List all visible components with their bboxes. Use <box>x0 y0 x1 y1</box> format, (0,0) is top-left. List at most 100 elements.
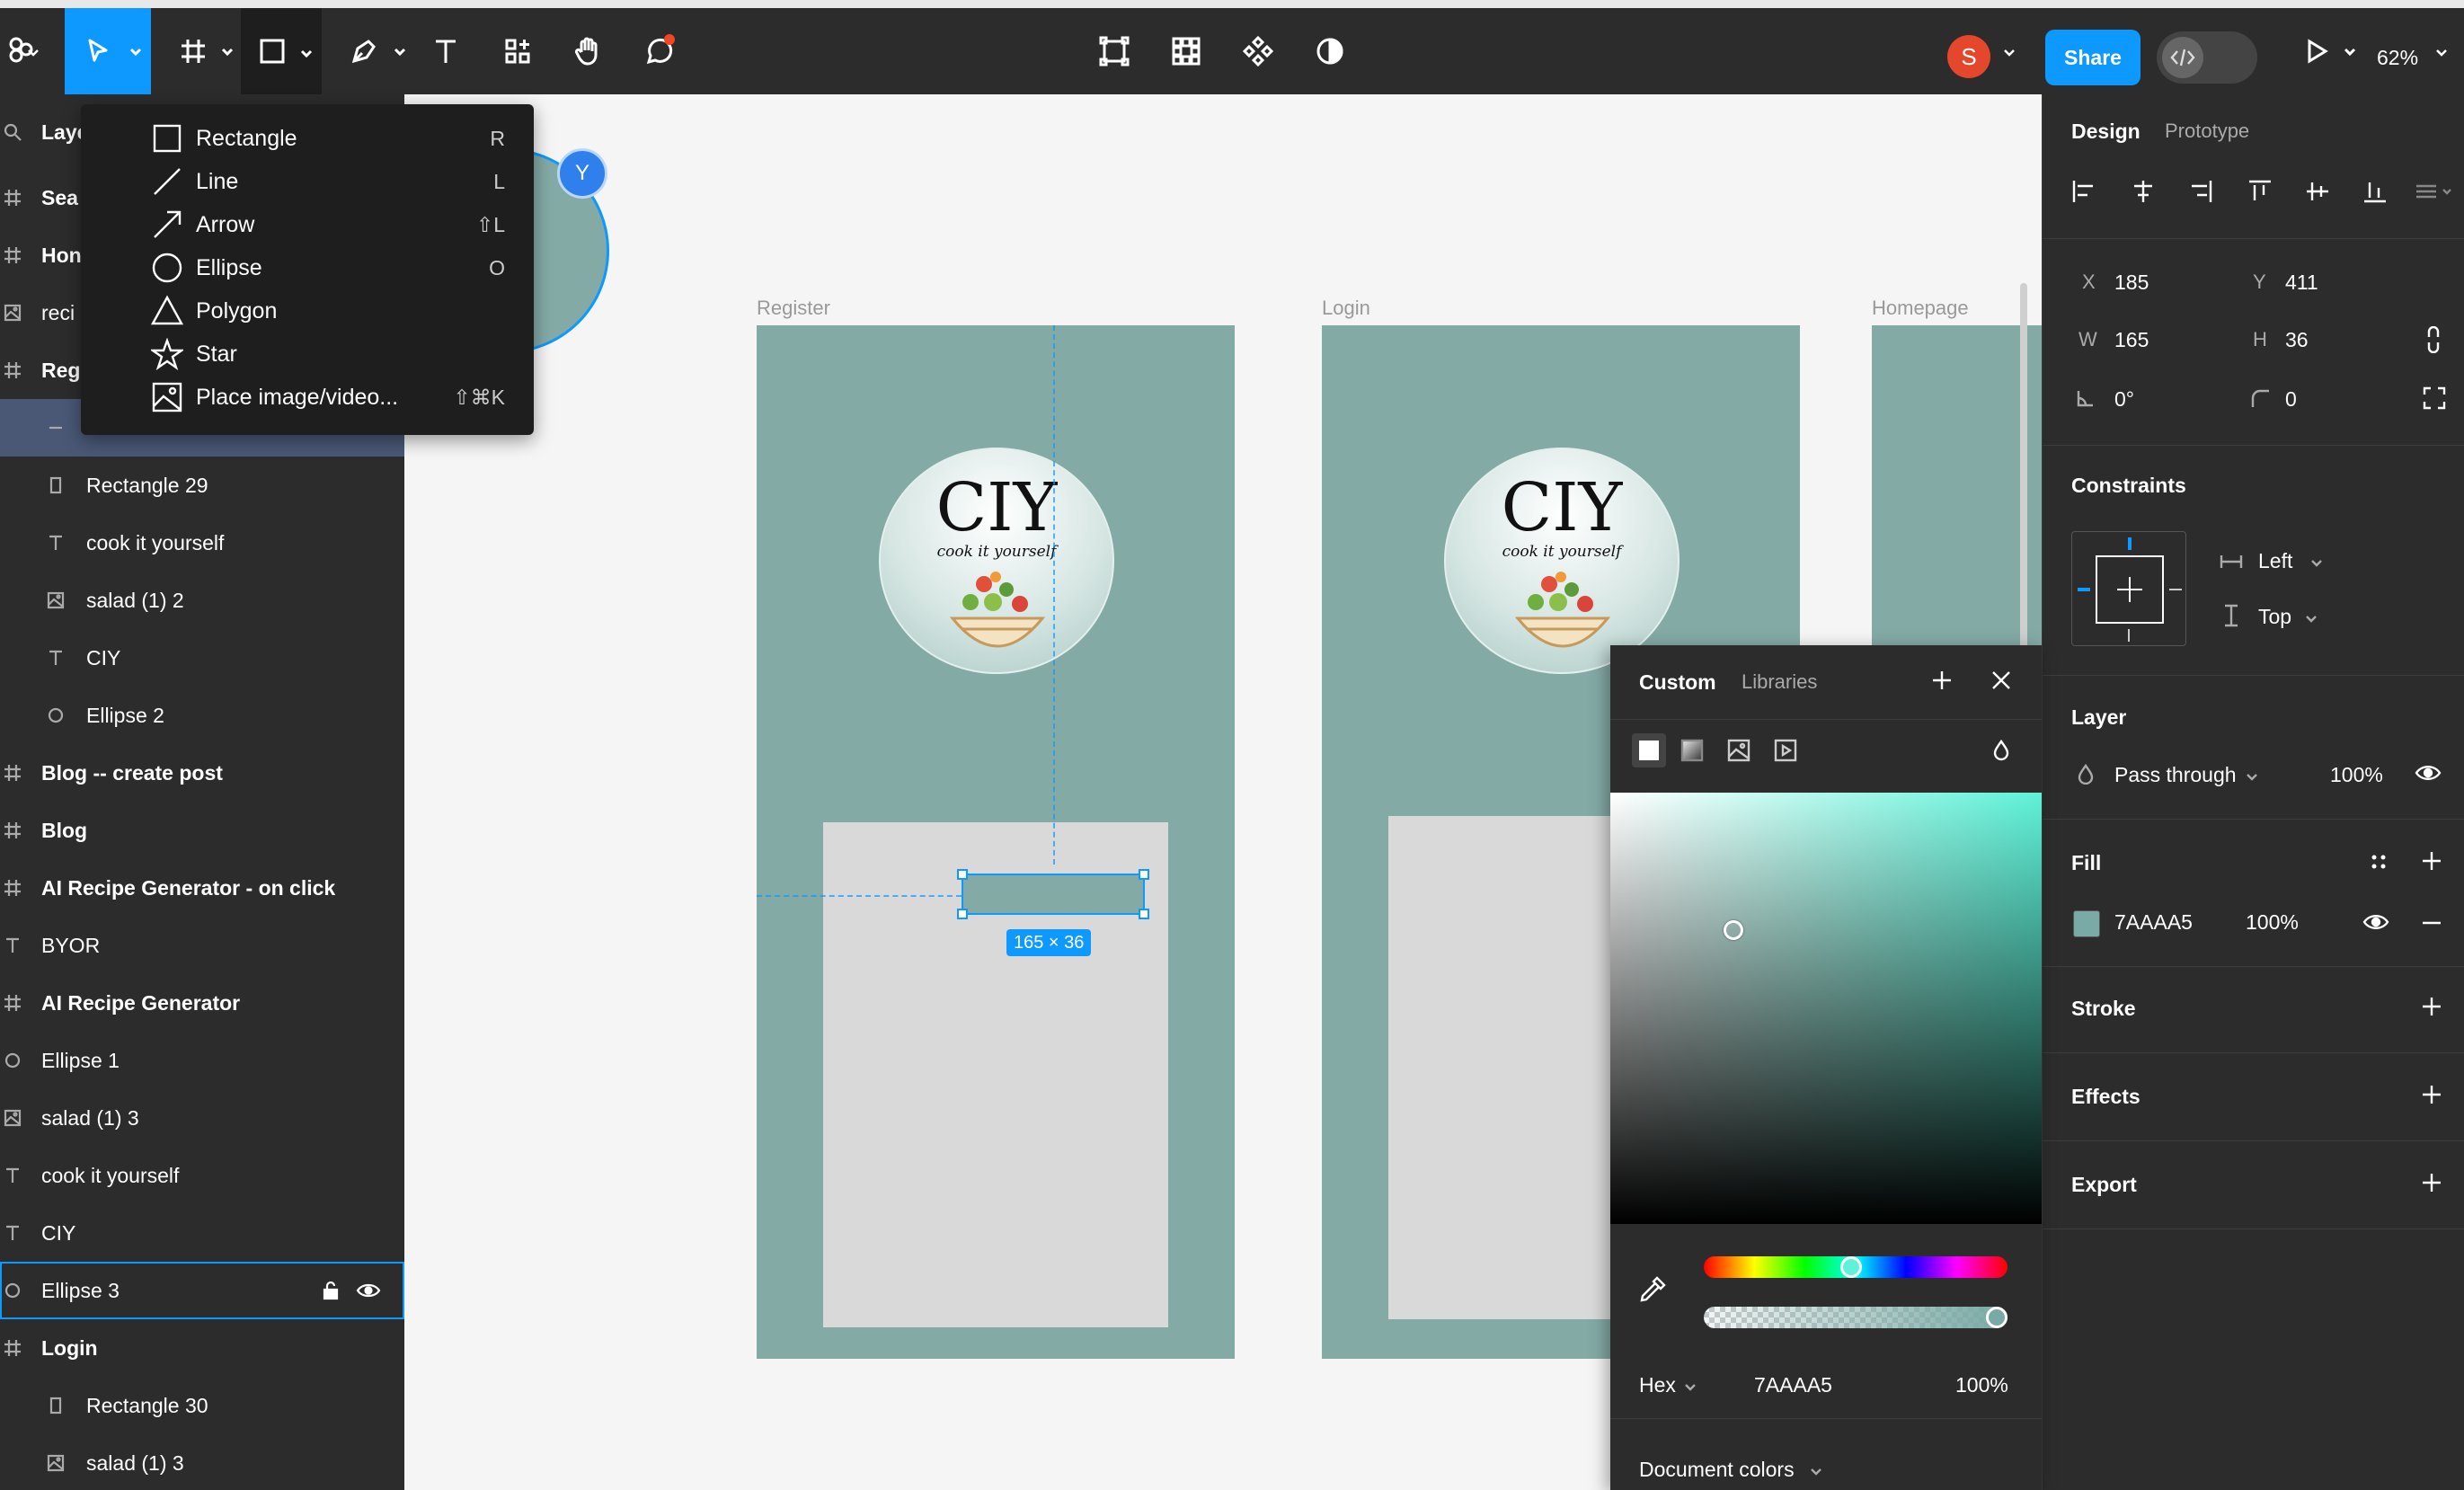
present-button[interactable] <box>2290 8 2362 94</box>
resources-button[interactable] <box>491 8 545 94</box>
eye-icon[interactable] <box>2362 912 2389 936</box>
menu-item-rectangle[interactable]: Rectangle R <box>81 117 534 160</box>
color-format-select[interactable]: Hex <box>1639 1373 1676 1397</box>
resize-handle[interactable] <box>957 909 968 919</box>
menu-item-star[interactable]: Star <box>81 333 534 376</box>
align-center-h-icon[interactable] <box>2129 177 2158 210</box>
remove-fill-icon[interactable] <box>2420 914 2443 936</box>
align-center-v-icon[interactable] <box>2303 177 2332 210</box>
layer-opacity-input[interactable]: 100% <box>2330 763 2383 787</box>
eye-icon[interactable] <box>2415 763 2442 787</box>
layer-row[interactable]: BYOR <box>0 917 404 974</box>
constrain-proportions-icon[interactable] <box>2424 325 2443 358</box>
color-opacity-input[interactable]: 100% <box>1955 1373 2008 1397</box>
corner-radius-input[interactable]: 0 <box>2285 387 2297 412</box>
opacity-slider-thumb[interactable] <box>1986 1307 2008 1328</box>
menu-item-arrow[interactable]: Arrow ⇧L <box>81 203 534 246</box>
auto-layout-button[interactable] <box>1087 8 1141 94</box>
layer-row[interactable]: CIY <box>0 1204 404 1262</box>
document-colors-select[interactable]: Document colors <box>1639 1458 1795 1482</box>
layer-row-hovered[interactable]: Ellipse 3 <box>0 1262 404 1319</box>
layer-row[interactable]: CIY <box>0 629 404 687</box>
frame-label-homepage[interactable]: Homepage <box>1872 297 1969 320</box>
share-button[interactable]: Share <box>2045 30 2140 85</box>
close-icon[interactable] <box>1990 669 2013 696</box>
align-right-icon[interactable] <box>2186 177 2215 210</box>
rotation-input[interactable]: 0° <box>2114 387 2134 412</box>
add-export-icon[interactable] <box>2420 1171 2443 1199</box>
layer-row[interactable]: cook it yourself <box>0 1147 404 1204</box>
resize-handle[interactable] <box>957 869 968 880</box>
tab-prototype[interactable]: Prototype <box>2165 120 2249 143</box>
user-avatar[interactable]: S <box>1947 35 1990 78</box>
layer-row[interactable]: Ellipse 2 <box>0 687 404 744</box>
height-input[interactable]: 36 <box>2285 328 2309 352</box>
blend-mode-select[interactable]: Pass through <box>2114 763 2237 787</box>
constraints-widget[interactable] <box>2071 531 2186 646</box>
add-effect-icon[interactable] <box>2420 1083 2443 1111</box>
main-menu-button[interactable] <box>0 8 47 94</box>
add-stroke-icon[interactable] <box>2420 995 2443 1023</box>
align-left-icon[interactable] <box>2070 177 2098 210</box>
width-input[interactable]: 165 <box>2114 328 2149 352</box>
align-top-icon[interactable] <box>2246 177 2274 210</box>
pen-tool-button[interactable] <box>332 8 413 94</box>
register-frame[interactable]: CIY cook it yourself 165 × 36 <box>757 325 1235 1359</box>
saturation-brightness-area[interactable] <box>1610 793 2042 1224</box>
dev-mode-toggle[interactable] <box>2157 31 2257 84</box>
grid-layout-button[interactable] <box>1159 8 1213 94</box>
video-fill-icon[interactable] <box>1774 739 1797 767</box>
hex-input[interactable]: 7AAAA5 <box>1754 1373 1832 1397</box>
menu-item-line[interactable]: Line L <box>81 160 534 203</box>
fill-color-swatch[interactable] <box>2073 910 2100 937</box>
frame-label-login[interactable]: Login <box>1322 297 1370 320</box>
hue-slider[interactable] <box>1704 1256 2008 1278</box>
comment-tool-button[interactable] <box>633 8 687 94</box>
layer-row[interactable]: salad (1) 3 <box>0 1434 404 1490</box>
move-tool-button[interactable] <box>65 8 151 94</box>
horizontal-constraint-select[interactable]: Left <box>2258 549 2292 573</box>
align-bottom-icon[interactable] <box>2361 177 2389 210</box>
tab-libraries[interactable]: Libraries <box>1742 670 1817 694</box>
opacity-slider[interactable] <box>1704 1307 2008 1328</box>
fill-hex-input[interactable]: 7AAAA5 <box>2114 910 2193 935</box>
blend-drop-icon[interactable] <box>1991 739 2011 767</box>
vertical-constraint-select[interactable]: Top <box>2258 605 2291 629</box>
style-grid-icon[interactable] <box>2368 851 2389 877</box>
tab-custom[interactable]: Custom <box>1639 670 1716 695</box>
component-button[interactable] <box>1231 8 1285 94</box>
resize-handle[interactable] <box>1139 869 1149 880</box>
layer-row[interactable]: Ellipse 1 <box>0 1032 404 1089</box>
layer-row[interactable]: Rectangle 29 <box>0 457 404 514</box>
add-color-icon[interactable] <box>1930 669 1954 696</box>
unlock-icon[interactable] <box>320 1280 341 1301</box>
layer-row[interactable]: salad (1) 3 <box>0 1089 404 1147</box>
menu-item-place-image[interactable]: Place image/video... ⇧⌘K <box>81 376 534 419</box>
layer-row[interactable]: Rectangle 30 <box>0 1377 404 1434</box>
fill-opacity-input[interactable]: 100% <box>2246 910 2299 935</box>
menu-item-ellipse[interactable]: Ellipse O <box>81 246 534 289</box>
layer-row[interactable]: Login <box>0 1319 404 1377</box>
mask-button[interactable] <box>1303 8 1357 94</box>
layer-row[interactable]: AI Recipe Generator - on click <box>0 859 404 917</box>
distribute-icon[interactable] <box>2413 177 2452 210</box>
x-input[interactable]: 185 <box>2114 271 2149 295</box>
text-tool-button[interactable] <box>419 8 473 94</box>
resize-handle[interactable] <box>1139 909 1149 919</box>
tab-design[interactable]: Design <box>2071 120 2140 144</box>
frame-label-register[interactable]: Register <box>757 297 830 320</box>
independent-corners-icon[interactable] <box>2422 386 2447 415</box>
eye-icon[interactable] <box>356 1280 381 1301</box>
gradient-fill-icon[interactable] <box>1680 739 1704 767</box>
color-picker-handle[interactable] <box>1724 920 1743 940</box>
layer-row[interactable]: Blog <box>0 802 404 859</box>
selected-rectangle[interactable] <box>957 869 1149 919</box>
solid-fill-button[interactable] <box>1632 733 1666 767</box>
shape-tool-button[interactable] <box>241 8 322 94</box>
layer-row[interactable]: cook it yourself <box>0 514 404 572</box>
hand-tool-button[interactable] <box>561 8 615 94</box>
layer-row[interactable]: salad (1) 2 <box>0 572 404 629</box>
y-input[interactable]: 411 <box>2285 271 2318 295</box>
layer-row[interactable]: AI Recipe Generator <box>0 974 404 1032</box>
layer-row[interactable]: Blog -- create post <box>0 744 404 802</box>
